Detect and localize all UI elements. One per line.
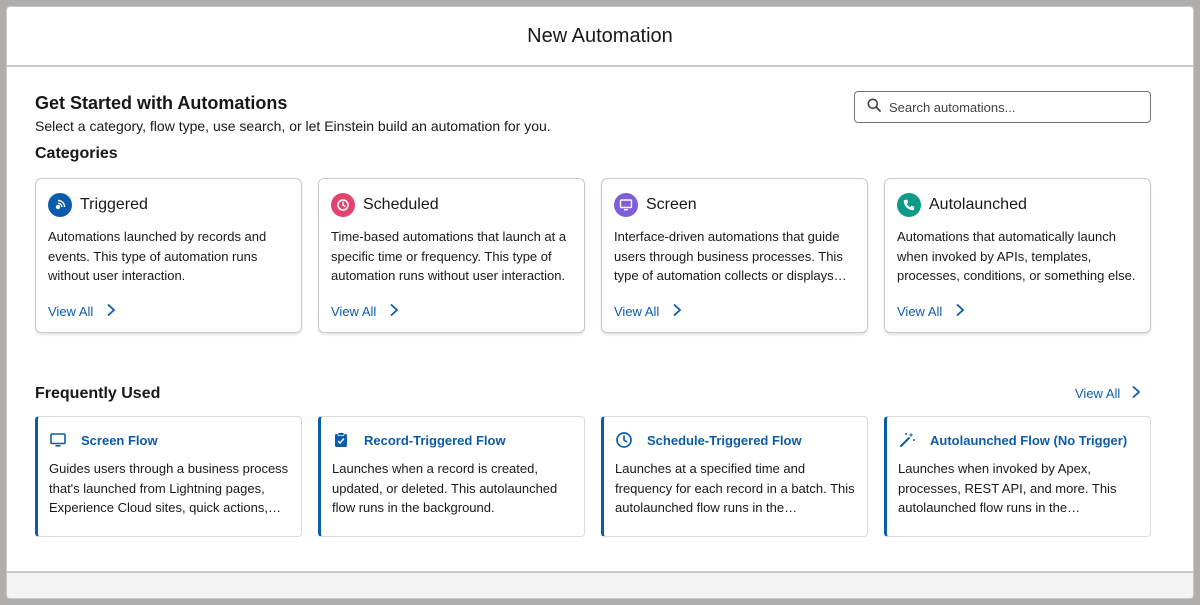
view-all-triggered-link[interactable]: View All <box>48 303 117 320</box>
chevron-right-icon <box>659 303 683 320</box>
modal-footer <box>7 571 1193 598</box>
chevron-right-icon <box>942 303 966 320</box>
flow-title: Record-Triggered Flow <box>364 432 506 448</box>
chevron-right-icon <box>93 303 117 320</box>
category-description: Automations launched by records and even… <box>48 229 267 283</box>
view-all-label: View All <box>614 304 660 319</box>
view-all-autolaunched-link[interactable]: View All <box>897 303 966 320</box>
monitor-icon <box>614 193 638 217</box>
modal-title: New Automation <box>527 24 673 47</box>
search-box[interactable] <box>854 91 1151 123</box>
frequently-used-heading: Frequently Used <box>35 385 161 402</box>
flow-title: Schedule-Triggered Flow <box>647 432 802 448</box>
category-description: Automations that automatically launch wh… <box>897 229 1136 283</box>
categories-heading: Categories <box>35 145 118 162</box>
flow-title: Autolaunched Flow (No Trigger) <box>930 432 1128 448</box>
flow-description: Guides users through a business process … <box>49 461 289 515</box>
flow-card-schedule-triggered[interactable]: Schedule-Triggered Flow Launches at a sp… <box>601 416 868 537</box>
flow-description: Launches when invoked by Apex, processes… <box>898 461 1117 515</box>
category-card-triggered: Triggered Automations launched by record… <box>35 178 302 333</box>
category-title: Scheduled <box>363 196 439 213</box>
flow-title: Screen Flow <box>81 432 158 448</box>
view-all-label: View All <box>48 304 94 319</box>
page-heading: Get Started with Automations <box>35 93 288 113</box>
category-card-screen: Screen Interface-driven automations that… <box>601 178 868 333</box>
flow-description: Launches when a record is created, updat… <box>332 461 558 515</box>
clock-icon <box>615 431 633 449</box>
view-all-frequently-used-link[interactable]: View All <box>1075 385 1142 402</box>
search-icon <box>867 98 881 117</box>
monitor-icon <box>49 431 67 449</box>
categories-list: Triggered Automations launched by record… <box>35 178 1151 333</box>
flow-description: Launches at a specified time and frequen… <box>615 461 855 515</box>
intro: Get Started with Automations Select a ca… <box>35 93 551 134</box>
clock-icon <box>331 193 355 217</box>
view-all-label: View All <box>1075 386 1121 401</box>
search-input[interactable] <box>889 99 1139 115</box>
modal-body: Get Started with Automations Select a ca… <box>7 67 1193 572</box>
view-all-screen-link[interactable]: View All <box>614 303 683 320</box>
clipboard-icon <box>332 431 350 449</box>
view-all-label: View All <box>331 304 377 319</box>
phone-icon <box>897 193 921 217</box>
category-card-autolaunched: Autolaunched Automations that automatica… <box>884 178 1151 333</box>
category-title: Screen <box>646 196 697 213</box>
category-description: Interface-driven automations that guide … <box>614 229 843 283</box>
frequently-used-list: Screen Flow Guides users through a busin… <box>35 416 1151 537</box>
magic-wand-icon <box>898 431 916 449</box>
flow-card-record-triggered[interactable]: Record-Triggered Flow Launches when a re… <box>318 416 585 537</box>
triggered-icon <box>48 193 72 217</box>
page-subtitle: Select a category, flow type, use search… <box>35 118 551 134</box>
chevron-right-icon <box>376 303 400 320</box>
modal-header: New Automation <box>7 7 1193 67</box>
flow-card-screen-flow[interactable]: Screen Flow Guides users through a busin… <box>35 416 302 537</box>
flow-card-autolaunched[interactable]: Autolaunched Flow (No Trigger) Launches … <box>884 416 1151 537</box>
view-all-scheduled-link[interactable]: View All <box>331 303 400 320</box>
category-card-scheduled: Scheduled Time-based automations that la… <box>318 178 585 333</box>
category-title: Autolaunched <box>929 196 1027 213</box>
chevron-right-icon <box>1120 385 1142 402</box>
new-automation-modal: New Automation Get Started with Automati… <box>6 6 1194 599</box>
view-all-label: View All <box>897 304 943 319</box>
category-title: Triggered <box>80 196 148 213</box>
category-description: Time-based automations that launch at a … <box>331 229 567 283</box>
